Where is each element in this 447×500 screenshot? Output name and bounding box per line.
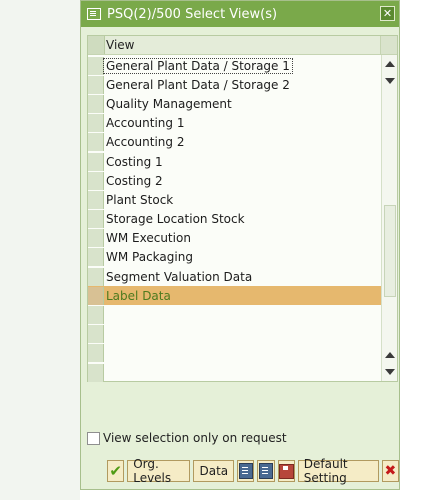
deselect-all-icon [258,463,273,479]
row-label: Costing 2 [106,173,163,188]
view-selection-label: View selection only on request [103,431,287,445]
row-selector[interactable] [88,171,104,190]
left-background-pane [0,0,80,500]
row-selector[interactable] [88,152,104,171]
row-selector[interactable] [88,114,104,133]
row-selector[interactable] [88,267,104,286]
scroll-up-arrow-icon[interactable] [385,352,395,358]
select-views-dialog: PSQ(2)/500 Select View(s) ✕ View General… [80,0,400,490]
select-all-button[interactable] [237,460,255,482]
row-label: Storage Location Stock [106,212,245,227]
row-selector[interactable] [88,94,104,113]
table-row[interactable]: WM Execution [88,229,381,248]
org-levels-button[interactable]: Org. Levels [127,457,191,485]
row-selector[interactable] [88,286,104,305]
cancel-button[interactable]: ✖ [381,460,399,482]
close-icon: ✕ [382,7,393,20]
dialog-title-bar: PSQ(2)/500 Select View(s) ✕ [81,1,399,27]
row-label: Accounting 2 [106,135,185,150]
row-selector[interactable] [88,248,104,267]
row-label: Costing 1 [106,154,163,169]
table-settings-corner[interactable] [380,36,397,54]
row-selector[interactable] [88,56,104,75]
row-label: General Plant Data / Storage 2 [106,77,290,92]
table-row[interactable]: Accounting 1 [88,114,381,133]
row-selector[interactable] [88,363,104,382]
row-selector[interactable] [88,210,104,229]
row-label: General Plant Data / Storage 1 [103,57,293,74]
save-icon [278,463,294,479]
views-table: View General Plant Data / Storage 1 Gener… [87,35,398,382]
data-button[interactable]: Data [193,460,235,482]
scrollbar-thumb[interactable] [384,205,396,297]
table-row[interactable]: Label Data [88,286,381,306]
dialog-title: PSQ(2)/500 Select View(s) [107,6,278,22]
table-row[interactable] [88,325,381,344]
row-label: Quality Management [106,96,232,111]
table-row[interactable]: Quality Management [88,94,381,113]
scroll-down-arrow-icon[interactable] [385,369,395,375]
table-row[interactable]: Costing 1 [88,152,381,171]
row-selector[interactable] [88,325,104,344]
close-button[interactable]: ✕ [380,6,395,21]
row-selector[interactable] [88,133,104,152]
continue-button[interactable]: ✔ [107,460,125,482]
view-selection-checkbox[interactable] [87,431,100,445]
select-all-cell[interactable] [88,36,105,54]
table-row[interactable]: General Plant Data / Storage 1 [88,56,381,75]
scroll-up-arrow-icon[interactable] [385,61,395,67]
row-label: WM Packaging [106,250,193,265]
table-row[interactable]: Costing 2 [88,171,381,190]
table-row[interactable]: Storage Location Stock [88,210,381,229]
dialog-toolbar: ✔ Org. Levels Data Default Setting ✖ [107,457,399,485]
cancel-icon: ✖ [384,463,397,479]
table-row[interactable]: WM Packaging [88,248,381,267]
row-label: Segment Valuation Data [106,269,253,284]
table-row[interactable] [88,344,381,363]
table-row[interactable]: General Plant Data / Storage 2 [88,75,381,94]
table-header: View [88,36,397,55]
row-label: WM Execution [106,231,191,246]
table-row[interactable] [88,363,381,382]
row-selector[interactable] [88,306,104,325]
table-rows: General Plant Data / Storage 1 General Pl… [88,56,381,382]
select-all-icon [238,463,253,479]
row-label: Plant Stock [106,192,174,207]
row-selector[interactable] [88,190,104,209]
row-selector[interactable] [88,229,104,248]
window-icon [87,8,101,20]
save-button[interactable] [277,460,295,482]
column-header-view[interactable]: View [106,38,134,52]
table-row[interactable] [88,305,381,325]
row-label: Label Data [106,288,171,303]
vertical-scrollbar[interactable] [381,55,397,381]
default-setting-button[interactable]: Default Setting [297,457,379,485]
view-selection-option[interactable]: View selection only on request [87,431,287,445]
row-selector[interactable] [88,75,104,94]
scroll-down-arrow-icon[interactable] [385,78,395,84]
checkmark-icon: ✔ [109,462,122,480]
table-row[interactable]: Plant Stock [88,190,381,209]
row-selector[interactable] [88,344,104,363]
deselect-all-button[interactable] [257,460,275,482]
table-row[interactable]: Accounting 2 [88,133,381,152]
row-label: Accounting 1 [106,116,185,131]
table-row[interactable]: Segment Valuation Data [88,267,381,286]
